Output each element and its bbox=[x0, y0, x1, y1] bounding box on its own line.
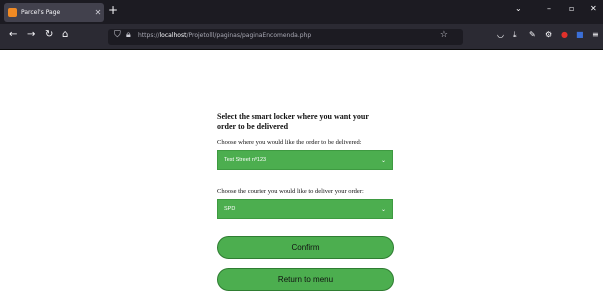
url-host: localhost bbox=[159, 32, 187, 39]
tab-strip: Parcel's Page ✕ + ⌄ – ▫ ✕ bbox=[0, 0, 603, 24]
heading-line-2: order to be delivered bbox=[217, 122, 289, 131]
pocket-icon[interactable]: ◡ bbox=[497, 31, 504, 39]
forward-icon[interactable]: → bbox=[27, 30, 35, 40]
tab-title: Parcel's Page bbox=[21, 9, 61, 16]
extension-tool-icon[interactable]: ✎ bbox=[529, 31, 536, 39]
minimize-icon[interactable]: – bbox=[547, 5, 551, 13]
extension-icon[interactable]: ⚙ bbox=[545, 31, 552, 39]
url-text[interactable]: https://localhost/Projetolll/paginas/pag… bbox=[138, 32, 311, 39]
courier-select[interactable]: SPD ⌄ bbox=[217, 199, 393, 219]
navigation-toolbar: ← → ↻ ⌂ ⛉ 🔒︎ https://localhost/Projetoll… bbox=[0, 24, 603, 50]
addon-red-icon[interactable]: ● bbox=[561, 31, 568, 39]
downloads-icon[interactable]: ⤓ bbox=[513, 31, 517, 39]
reload-icon[interactable]: ↻ bbox=[45, 30, 53, 40]
courier-selected-value: SPD bbox=[224, 206, 236, 212]
order-delivery-form: Select the smart locker where you want y… bbox=[217, 112, 397, 291]
close-tab-icon[interactable]: ✕ bbox=[92, 8, 104, 17]
locker-label: Choose where you would like the order to… bbox=[217, 139, 362, 146]
heading-line-1: Select the smart locker where you want y… bbox=[217, 112, 369, 121]
page-heading: Select the smart locker where you want y… bbox=[217, 112, 397, 132]
locker-select[interactable]: Test Street nº123 ⌄ bbox=[217, 150, 393, 170]
new-tab-icon[interactable]: + bbox=[108, 4, 118, 16]
browser-tab[interactable]: Parcel's Page ✕ bbox=[4, 3, 104, 22]
locker-selected-value: Test Street nº123 bbox=[224, 157, 267, 163]
home-icon[interactable]: ⌂ bbox=[62, 30, 68, 40]
url-path: /Projetolll/paginas/paginaEncomenda.php bbox=[186, 32, 312, 39]
bookmark-star-icon[interactable]: ☆ bbox=[440, 31, 448, 40]
parcel-favicon-icon bbox=[8, 8, 17, 17]
confirm-button[interactable]: Confirm bbox=[217, 236, 394, 259]
courier-label: Choose the courier you would like to del… bbox=[217, 188, 364, 195]
lock-icon[interactable]: 🔒︎ bbox=[126, 31, 131, 40]
menu-icon[interactable]: ≡ bbox=[592, 31, 599, 39]
tracking-shield-icon[interactable]: ⛉ bbox=[114, 31, 121, 40]
close-window-icon[interactable]: ✕ bbox=[590, 5, 597, 13]
url-prefix: https:// bbox=[138, 32, 160, 39]
addon-blue-icon[interactable]: ■ bbox=[576, 31, 584, 39]
chevron-down-icon: ⌄ bbox=[380, 206, 386, 213]
maximize-icon[interactable]: ▫ bbox=[569, 5, 574, 13]
address-bar[interactable]: ⛉ 🔒︎ https://localhost/Projetolll/pagina… bbox=[108, 29, 463, 45]
return-to-menu-button[interactable]: Return to menu bbox=[217, 268, 394, 291]
tab-list-icon[interactable]: ⌄ bbox=[515, 5, 522, 13]
chevron-down-icon: ⌄ bbox=[380, 157, 386, 164]
back-icon[interactable]: ← bbox=[9, 30, 17, 40]
